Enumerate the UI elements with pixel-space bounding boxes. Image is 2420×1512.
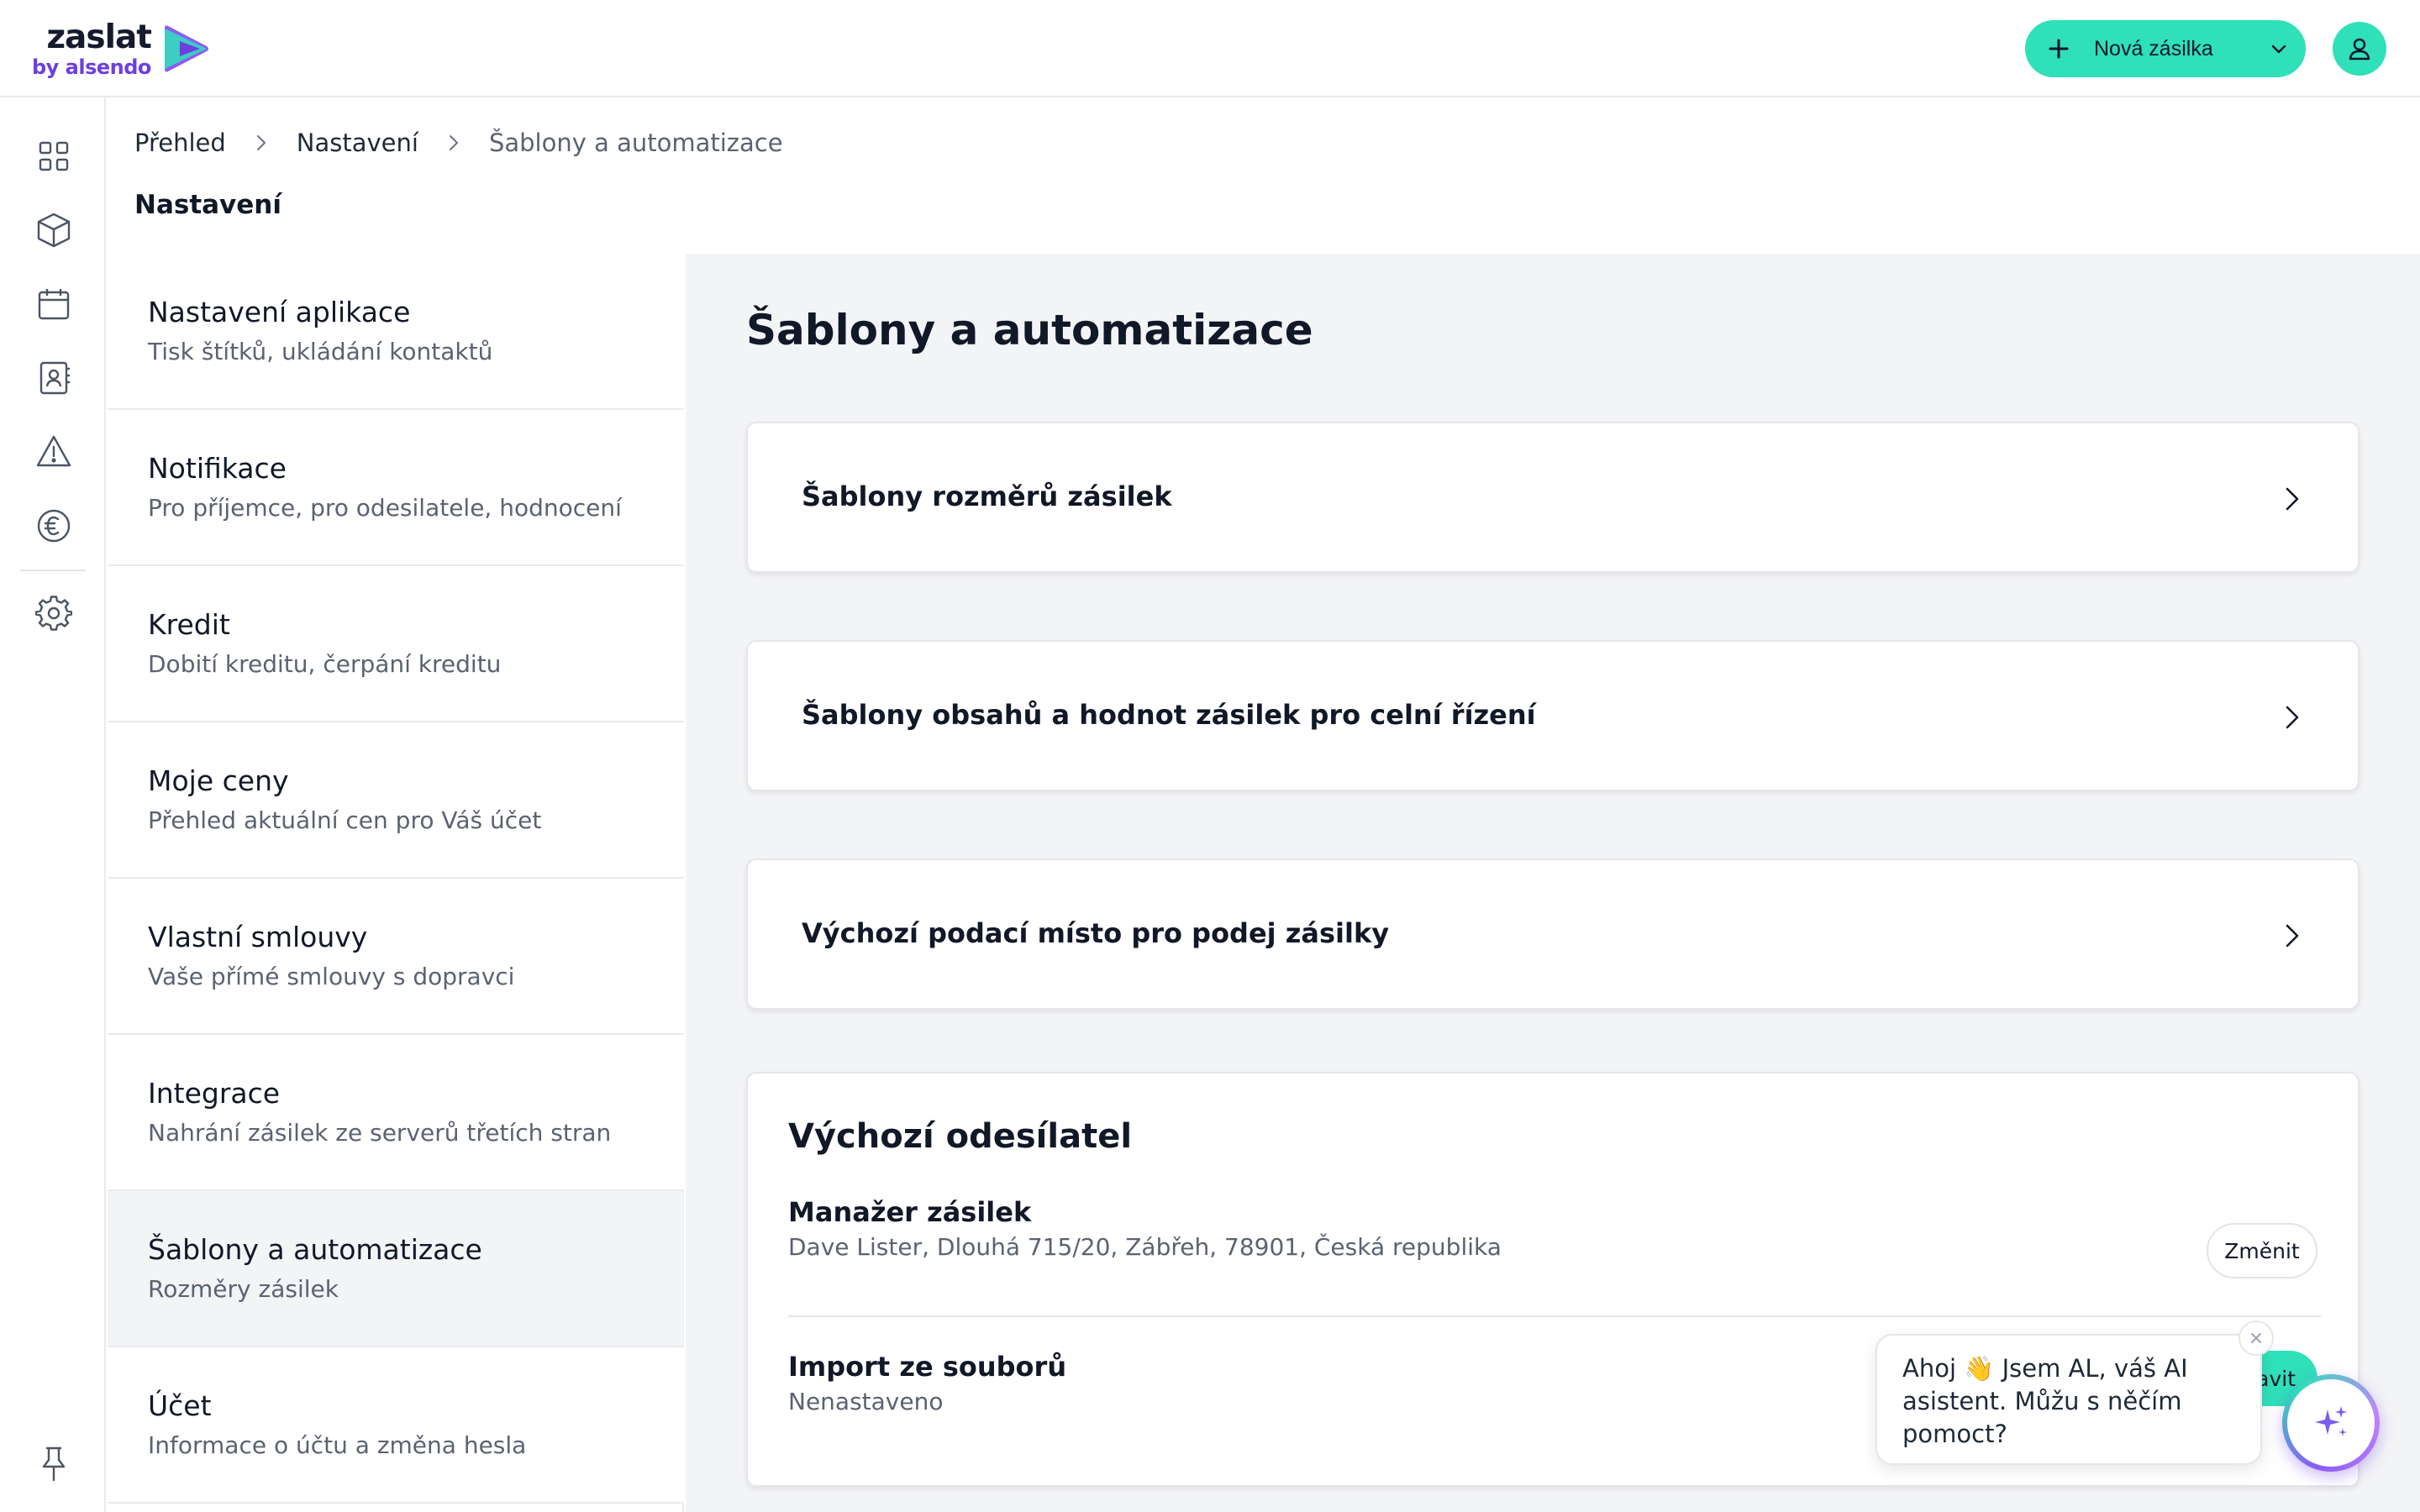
breadcrumb-overview[interactable]: Přehled <box>134 129 226 157</box>
breadcrumb-current: Šablony a automatizace <box>488 129 783 157</box>
menu-item-notifications[interactable]: Notifikace Pro příjemce, pro odesilatele… <box>108 410 684 566</box>
rail-alerts[interactable] <box>34 432 74 472</box>
user-icon <box>2349 38 2370 60</box>
card-title: Šablony obsahů a hodnot zásilek pro celn… <box>802 699 1536 731</box>
chevron-right-icon <box>2286 706 2299 729</box>
contacts-icon <box>39 361 70 395</box>
brand-play-icon <box>164 25 208 72</box>
menu-item-subtitle: Informace o účtu a změna hesla <box>148 1431 527 1459</box>
menu-item-own-contracts[interactable]: Vlastní smlouvy Vaše přímé smlouvy s dop… <box>108 879 684 1035</box>
rail-divider <box>20 570 86 571</box>
warning-icon <box>36 435 71 467</box>
menu-item-subtitle: Pro příjemce, pro odesilatele, hodnocení <box>148 494 622 522</box>
chat-close-button[interactable] <box>2238 1320 2274 1356</box>
main-content: Šablony a automatizace Šablony rozměrů z… <box>686 254 2420 1512</box>
chevron-down-icon <box>2271 45 2286 54</box>
sparkles-icon <box>2315 1406 2347 1436</box>
menu-item-title: Notifikace <box>148 452 287 485</box>
divider <box>788 1315 2321 1317</box>
menu-item-title: Moje ceny <box>148 764 289 797</box>
chevron-right-icon <box>245 126 278 160</box>
new-shipment-button[interactable]: Nová zásilka <box>2025 20 2306 77</box>
card-title: Šablony rozměrů zásilek <box>802 480 1172 512</box>
menu-item-subtitle: Rozměry zásilek <box>148 1275 339 1303</box>
menu-item-subtitle: Přehled aktuální cen pro Váš účet <box>148 806 542 834</box>
calendar-icon <box>38 289 70 320</box>
menu-item-account[interactable]: Účet Informace o účtu a změna hesla <box>108 1347 684 1504</box>
new-shipment-label: Nová zásilka <box>2094 37 2213 60</box>
menu-item-subtitle: Vaše přímé smlouvy s dopravci <box>148 963 515 990</box>
menu-item-templates[interactable]: Šablony a automatizace Rozměry zásilek <box>108 1191 684 1347</box>
ai-assistant-button[interactable] <box>2282 1374 2380 1472</box>
plus-icon <box>2049 39 2069 59</box>
sender-row-subtitle: Nenastaveno <box>788 1388 944 1415</box>
menu-item-integrations[interactable]: Integrace Nahrání zásilek ze serverů tře… <box>108 1035 684 1191</box>
brand-logo[interactable]: zaslat by alsendo <box>32 17 212 81</box>
menu-item-title: Kredit <box>148 608 230 641</box>
rail-pricing[interactable] <box>34 506 74 546</box>
page-title: Nastavení <box>134 190 281 220</box>
menu-item-title: Účet <box>148 1389 212 1422</box>
card-customs-templates[interactable]: Šablony obsahů a hodnot zásilek pro celn… <box>746 640 2360 791</box>
sender-row-title: Import ze souborů <box>788 1351 1067 1383</box>
pin-icon <box>42 1446 66 1482</box>
card-title: Výchozí podací místo pro podej zásilky <box>802 917 1390 949</box>
ai-chat-message: Ahoj 👋 Jsem AL, váš AI asistent. Můžu s … <box>1902 1354 2188 1448</box>
top-header: zaslat by alsendo Nová zásilka <box>0 0 2420 97</box>
rail-contacts[interactable] <box>34 358 74 398</box>
close-icon <box>2251 1333 2261 1343</box>
change-sender-button[interactable]: Změnit <box>2207 1223 2317 1278</box>
rail-calendar[interactable] <box>34 284 74 324</box>
menu-item-my-prices[interactable]: Moje ceny Přehled aktuální cen pro Váš ú… <box>108 722 684 879</box>
sender-row-subtitle: Dave Lister, Dlouhá 715/20, Zábřeh, 7890… <box>788 1233 1502 1261</box>
menu-item-subtitle: Dobití kreditu, čerpání kreditu <box>148 650 502 678</box>
package-icon <box>37 213 71 248</box>
default-sender-title: Výchozí odesílatel <box>788 1117 1133 1156</box>
rail-dashboard[interactable] <box>34 136 74 176</box>
euro-icon <box>37 509 71 543</box>
ai-chat-bubble[interactable]: Ahoj 👋 Jsem AL, váš AI asistent. Můžu s … <box>1876 1334 2262 1465</box>
breadcrumb: Přehled Nastavení Šablony a automatizace <box>134 126 783 160</box>
side-rail <box>0 97 106 1512</box>
rail-shipments[interactable] <box>34 210 74 250</box>
rail-pin[interactable] <box>34 1443 74 1483</box>
card-default-dropoff[interactable]: Výchozí podací místo pro podej zásilky <box>746 858 2360 1010</box>
dashboard-icon <box>39 141 69 171</box>
chevron-right-icon <box>2286 487 2299 511</box>
menu-item-app-settings[interactable]: Nastavení aplikace Tisk štítků, ukládání… <box>108 254 684 410</box>
menu-item-credit[interactable]: Kredit Dobití kreditu, čerpání kreditu <box>108 566 684 722</box>
section-title: Šablony a automatizace <box>746 306 1313 354</box>
menu-item-title: Integrace <box>148 1077 281 1110</box>
chevron-right-icon <box>437 126 471 160</box>
menu-item-title: Šablony a automatizace <box>148 1233 482 1266</box>
sender-row-title: Manažer zásilek <box>788 1196 1032 1228</box>
menu-item-title: Vlastní smlouvy <box>148 921 368 953</box>
rail-settings[interactable] <box>34 593 74 633</box>
menu-item-subtitle: Tisk štítků, ukládání kontaktů <box>148 338 493 365</box>
chevron-right-icon <box>2286 924 2299 948</box>
brand-name: zaslat <box>46 18 152 56</box>
breadcrumb-settings[interactable]: Nastavení <box>297 129 418 157</box>
card-dimension-templates[interactable]: Šablony rozměrů zásilek <box>746 422 2360 573</box>
settings-icon <box>35 596 72 631</box>
brand-sub: by alsendo <box>32 55 151 79</box>
settings-menu: Nastavení aplikace Tisk štítků, ukládání… <box>108 254 684 1512</box>
user-menu-button[interactable] <box>2333 22 2386 76</box>
menu-item-subtitle: Nahrání zásilek ze serverů třetích stran <box>148 1119 612 1147</box>
menu-item-title: Nastavení aplikace <box>148 296 411 328</box>
